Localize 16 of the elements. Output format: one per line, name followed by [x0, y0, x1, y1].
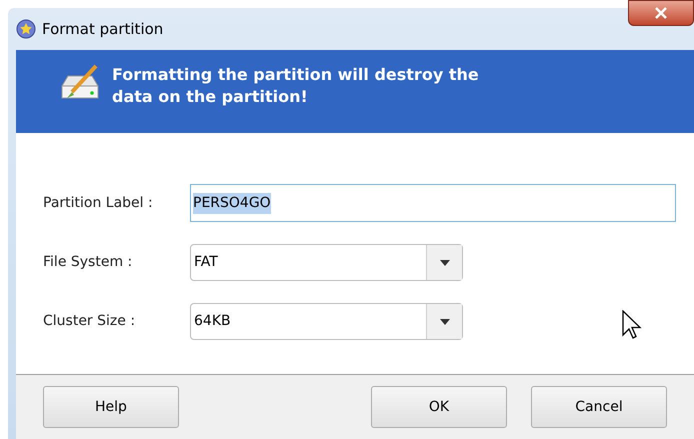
input-field[interactable]: PERSO4GO — [190, 184, 676, 222]
dropdown-arrow-icon — [440, 260, 450, 266]
dialog-button[interactable]: Help — [43, 386, 179, 428]
close-icon — [654, 7, 668, 19]
dialog-button[interactable]: Cancel — [531, 386, 667, 428]
dropdown-arrow-icon — [440, 318, 450, 324]
dropdown[interactable]: 64KB — [190, 303, 463, 340]
field-label: File System : — [43, 253, 134, 272]
dropdown[interactable]: FAT — [190, 244, 463, 281]
dialog-button[interactable]: OK — [371, 386, 507, 428]
warning-message: Formatting the partition will destroy the data on the partition! — [112, 64, 480, 108]
close-button[interactable] — [628, 0, 694, 26]
field-label: Partition Label : — [43, 194, 154, 212]
field-label: Cluster Size : — [43, 312, 136, 331]
mouse-pointer-icon — [622, 310, 642, 340]
window-title: Format partition — [42, 18, 164, 40]
